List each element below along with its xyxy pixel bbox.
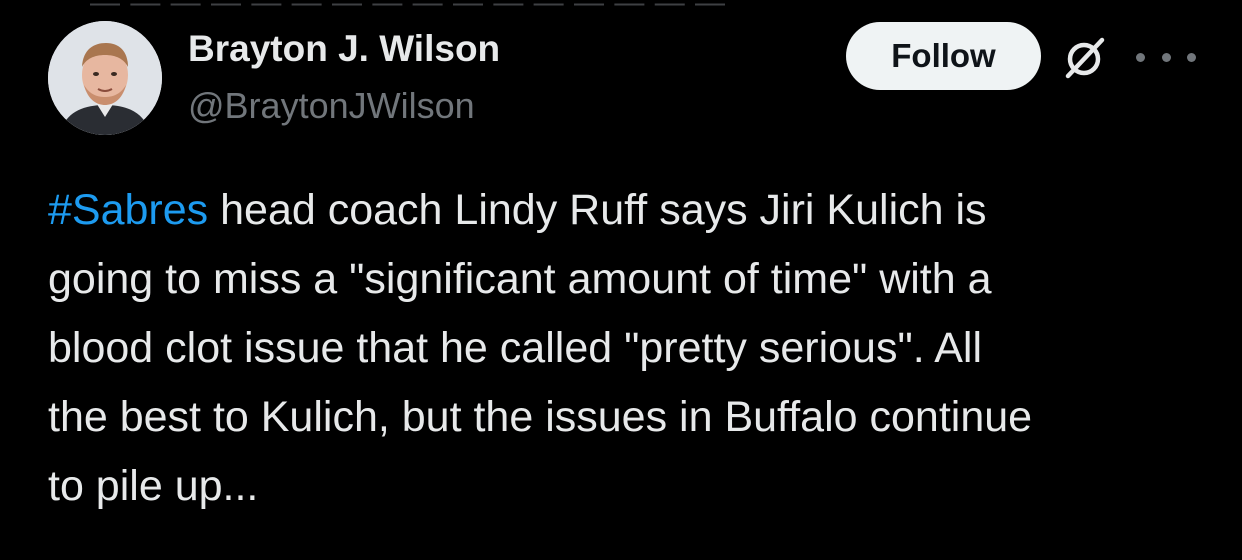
tweet-line: the best to Kulich, but the issues in Bu… xyxy=(48,393,1033,441)
tweet-line: to pile up... xyxy=(48,462,259,510)
more-dot xyxy=(1187,52,1196,62)
more-icon[interactable] xyxy=(1136,42,1196,72)
avatar-photo xyxy=(48,21,162,135)
previous-post-cutoff: — — — — — — — — — — — — — — — — xyxy=(90,0,790,6)
tweet-line: #Sabres head coach Lindy Ruff says Jiri … xyxy=(48,176,1208,245)
more-dot xyxy=(1161,52,1171,62)
tweet-line-text: head coach Lindy Ruff says Jiri Kulich i… xyxy=(208,186,987,234)
more-dot xyxy=(1136,52,1145,62)
tweet-line: going to miss a "significant amount of t… xyxy=(48,255,992,303)
tweet-line: blood clot issue that he called "pretty … xyxy=(48,324,983,372)
author-name[interactable]: Brayton J. Wilson xyxy=(188,28,500,70)
avatar[interactable] xyxy=(48,21,162,135)
author-handle[interactable]: @BraytonJWilson xyxy=(188,85,475,127)
hashtag-link[interactable]: #Sabres xyxy=(48,186,208,234)
grok-icon[interactable] xyxy=(1060,32,1110,82)
follow-button[interactable]: Follow xyxy=(846,22,1041,90)
tweet-text: #Sabres head coach Lindy Ruff says Jiri … xyxy=(48,176,1208,521)
